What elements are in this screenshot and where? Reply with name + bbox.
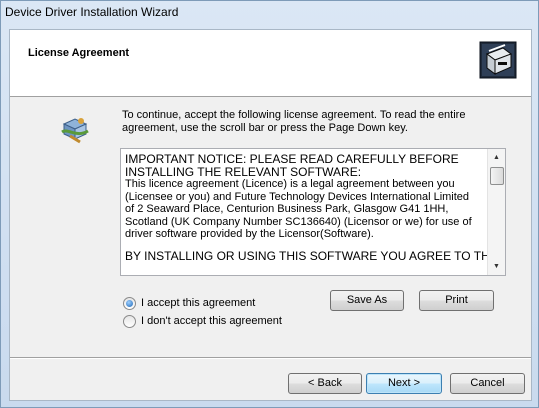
instructions-text: To continue, accept the following licens…: [122, 109, 466, 134]
license-paragraph: This licence agreement (Licence) is a le…: [125, 178, 472, 240]
accept-radio[interactable]: [123, 296, 136, 310]
wizard-package-icon: [61, 118, 89, 144]
cancel-button[interactable]: Cancel: [450, 373, 525, 394]
accept-option[interactable]: I accept this agreement: [123, 296, 255, 310]
page-title: License Agreement: [28, 47, 130, 59]
license-text-box[interactable]: IMPORTANT NOTICE: PLEASE READ CAREFULLY …: [120, 148, 506, 276]
save-as-button[interactable]: Save As: [330, 290, 404, 311]
computer-setup-icon: [479, 41, 517, 79]
scroll-down-arrow-icon[interactable]: ▼: [488, 258, 505, 275]
license-scrollbar[interactable]: ▲ ▼: [487, 149, 505, 275]
footer-separator: [10, 357, 531, 359]
decline-radio[interactable]: [123, 314, 136, 328]
back-button[interactable]: < Back: [288, 373, 362, 394]
scroll-up-arrow-icon[interactable]: ▲: [488, 149, 505, 166]
wizard-client-area: License Agreement To continue, accept th…: [9, 29, 532, 401]
license-content: IMPORTANT NOTICE: PLEASE READ CAREFULLY …: [125, 152, 498, 263]
scroll-thumb[interactable]: [490, 167, 504, 185]
license-lead: IMPORTANT NOTICE: PLEASE READ CAREFULLY …: [125, 152, 459, 179]
license-final-line: BY INSTALLING OR USING THIS SOFTWARE YOU…: [125, 248, 498, 263]
decline-label: I don't accept this agreement: [141, 315, 282, 327]
wizard-header: License Agreement: [10, 30, 531, 97]
next-button[interactable]: Next >: [366, 373, 442, 394]
wizard-window: Device Driver Installation Wizard Licens…: [0, 0, 539, 408]
decline-option[interactable]: I don't accept this agreement: [123, 314, 282, 328]
print-button[interactable]: Print: [419, 290, 494, 311]
window-title: Device Driver Installation Wizard: [5, 5, 179, 19]
accept-label: I accept this agreement: [141, 297, 256, 309]
